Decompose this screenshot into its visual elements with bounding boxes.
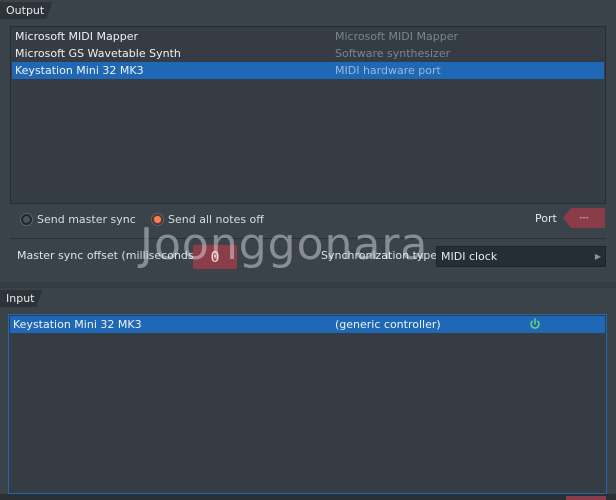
port-label: Port (535, 212, 557, 225)
device-name: Microsoft GS Wavetable Synth (15, 47, 181, 60)
output-device-row-selected[interactable]: Keystation Mini 32 MK3 MIDI hardware por… (12, 62, 604, 79)
send-master-sync-option[interactable]: Send master sync (20, 211, 136, 227)
power-icon[interactable] (529, 318, 541, 330)
device-type: (generic controller) (335, 318, 441, 331)
device-type: Microsoft MIDI Mapper (335, 30, 458, 43)
sync-type-label: Synchronization type (321, 249, 438, 262)
output-section-title: Output (0, 2, 52, 19)
input-panel: Input Keystation Mini 32 MK3 (generic co… (0, 288, 616, 494)
output-panel: Output Microsoft MIDI Mapper Microsoft M… (0, 0, 616, 282)
send-all-notes-off-option[interactable]: Send all notes off (151, 211, 264, 227)
output-device-row[interactable]: Microsoft MIDI Mapper Microsoft MIDI Map… (12, 28, 604, 45)
device-name: Keystation Mini 32 MK3 (13, 318, 142, 331)
input-device-row-selected[interactable]: Keystation Mini 32 MK3 (generic controll… (10, 316, 605, 333)
port-selector-button[interactable]: --- (563, 208, 605, 228)
output-device-list[interactable]: Microsoft MIDI Mapper Microsoft MIDI Map… (10, 26, 606, 204)
device-name: Keystation Mini 32 MK3 (15, 64, 144, 77)
send-master-sync-radio[interactable] (20, 212, 33, 226)
bottom-port-button-edge[interactable] (566, 496, 606, 500)
input-section-title: Input (0, 290, 42, 307)
output-device-row[interactable]: Microsoft GS Wavetable Synth Software sy… (12, 45, 604, 62)
master-sync-offset-label: Master sync offset (milliseconds) (17, 249, 198, 262)
device-name: Microsoft MIDI Mapper (15, 30, 138, 43)
send-master-sync-label: Send master sync (37, 212, 136, 226)
device-type: MIDI hardware port (335, 64, 441, 77)
sync-type-value: MIDI clock (441, 250, 498, 263)
chevron-right-icon: ▶ (594, 252, 601, 261)
sync-type-select[interactable]: MIDI clock ▶ (436, 246, 606, 267)
input-device-list[interactable]: Keystation Mini 32 MK3 (generic controll… (8, 314, 607, 494)
bottom-toolbar-edge (0, 494, 616, 500)
device-type: Software synthesizer (335, 47, 451, 60)
master-sync-offset-value[interactable]: 0 (193, 245, 237, 269)
send-all-notes-off-label: Send all notes off (168, 212, 264, 226)
send-all-notes-off-radio[interactable] (151, 212, 164, 226)
divider (10, 238, 606, 239)
